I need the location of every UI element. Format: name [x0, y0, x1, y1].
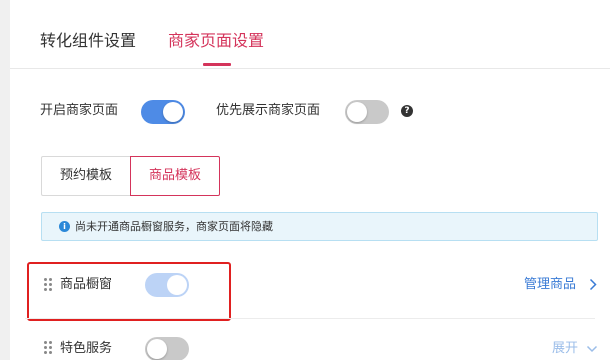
manage-products-link[interactable]: 管理商品: [524, 276, 576, 294]
expand-link[interactable]: 展开: [552, 340, 578, 358]
template-option-booking[interactable]: 预约模板: [41, 156, 130, 196]
switch-knob: [147, 339, 167, 359]
info-icon: i: [59, 221, 70, 232]
prioritize-merchant-page-switch[interactable]: [345, 100, 389, 124]
chevron-right-icon[interactable]: [589, 278, 597, 291]
chevron-down-icon[interactable]: [586, 345, 598, 353]
tab-conversion-settings[interactable]: 转化组件设置: [40, 30, 136, 52]
enable-merchant-page-label: 开启商家页面: [40, 103, 119, 118]
notice-bar: i 尚未开通商品橱窗服务，商家页面将隐藏: [41, 212, 598, 241]
notice-text: 尚未开通商品橱窗服务，商家页面将隐藏: [75, 220, 273, 233]
enable-merchant-page-switch[interactable]: [141, 100, 185, 124]
active-tab-indicator: [203, 63, 231, 66]
help-icon[interactable]: ?: [401, 105, 413, 117]
switch-knob: [163, 102, 183, 122]
switch-knob: [347, 102, 367, 122]
tab-merchant-page-settings[interactable]: 商家页面设置: [168, 30, 264, 52]
tab-bar: 转化组件设置 商家页面设置: [10, 0, 610, 69]
featured-services-switch[interactable]: [145, 337, 189, 360]
drag-handle-icon[interactable]: [44, 341, 52, 355]
row-divider: [25, 318, 595, 319]
prioritize-merchant-page-label: 优先展示商家页面: [216, 103, 321, 118]
template-option-product[interactable]: 商品模板: [130, 156, 220, 196]
settings-panel: 转化组件设置 商家页面设置 开启商家页面 优先展示商家页面 ? 预约模板 商品模…: [10, 0, 610, 360]
highlight-box: [27, 262, 231, 321]
module-label-featured-services: 特色服务: [60, 341, 113, 356]
